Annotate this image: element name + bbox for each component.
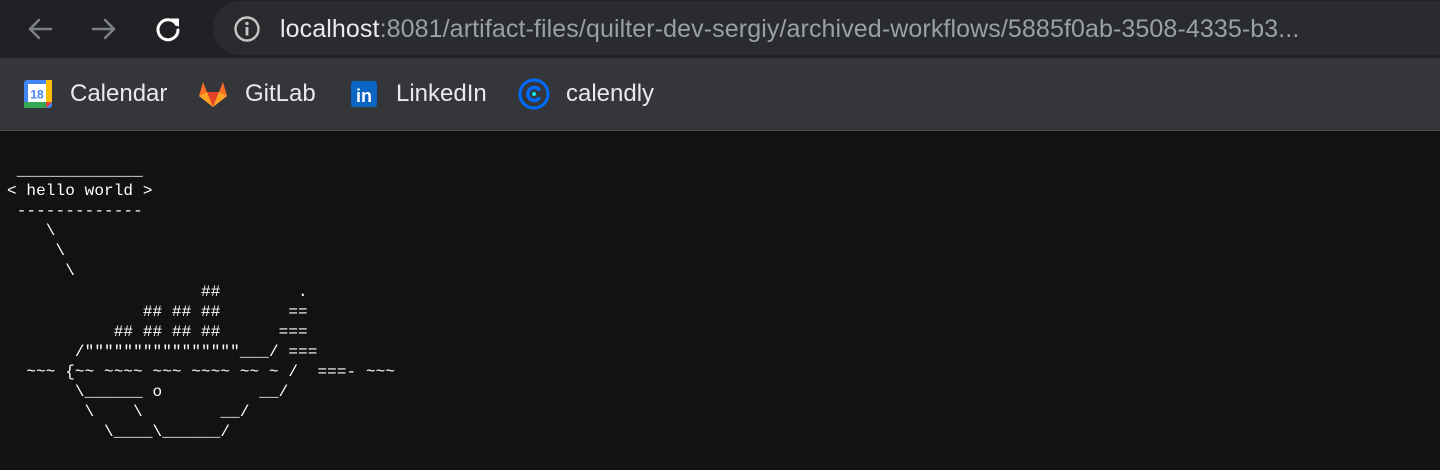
bookmark-linkedin[interactable]: in LinkedIn	[348, 76, 487, 112]
url-host: localhost	[280, 15, 380, 43]
reload-icon	[156, 18, 180, 42]
url-path: :8081/artifact-files/quilter-dev-sergiy/…	[379, 15, 1300, 43]
reload-button[interactable]	[148, 9, 188, 49]
cowsay-output: _____________ < hello world > ----------…	[7, 162, 396, 442]
info-circle-icon[interactable]	[233, 15, 261, 43]
gitlab-icon	[197, 78, 229, 110]
bookmark-label: LinkedIn	[396, 80, 487, 107]
forward-button[interactable]	[84, 9, 124, 49]
bookmark-label: Calendar	[70, 80, 168, 107]
bookmark-label: calendly	[566, 80, 655, 107]
calendar-icon-day: 18	[30, 88, 44, 102]
bookmark-label: GitLab	[245, 80, 316, 107]
bookmark-calendly[interactable]: calendly	[518, 76, 654, 112]
linkedin-icon-text: in	[356, 86, 372, 106]
back-button[interactable]	[20, 9, 60, 49]
calendly-icon	[518, 78, 550, 110]
google-calendar-icon: 18	[22, 78, 54, 110]
bookmark-gitlab[interactable]: GitLab	[197, 76, 316, 112]
arrow-left-icon	[28, 18, 53, 40]
url-text[interactable]: localhost:8081/artifact-files/quilter-de…	[280, 1, 1299, 55]
bookmarks-bar: 18 Calendar GitLab in LinkedIn calendly	[0, 58, 1440, 131]
bookmark-calendar[interactable]: 18 Calendar	[22, 76, 167, 112]
page-content: _____________ < hello world > ----------…	[0, 131, 1440, 470]
browser-toolbar: localhost:8081/artifact-files/quilter-de…	[0, 0, 1440, 58]
address-bar[interactable]: localhost:8081/artifact-files/quilter-de…	[213, 1, 1440, 55]
linkedin-icon: in	[348, 78, 380, 110]
arrow-right-icon	[91, 18, 116, 40]
